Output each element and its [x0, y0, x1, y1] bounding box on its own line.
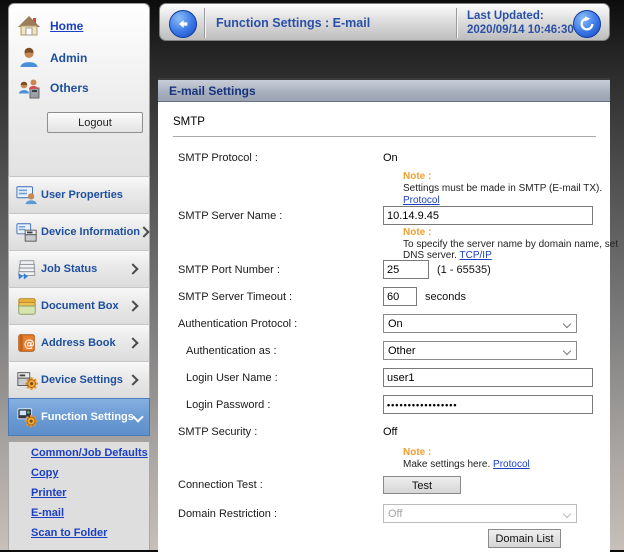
smtp-port-input[interactable]	[383, 260, 429, 279]
select-chevron-icon	[563, 319, 571, 327]
user-properties-icon	[16, 184, 38, 206]
sidebar-item-device-information[interactable]: Device Information	[8, 213, 150, 251]
page-title: Function Settings : E-mail	[216, 4, 370, 42]
divider	[173, 136, 596, 137]
sidebar-item-user-properties[interactable]: User Properties	[8, 176, 150, 214]
chevron-right-icon	[127, 337, 138, 348]
smtp-timeout-row: SMTP Server Timeout : seconds	[178, 287, 595, 306]
login-user-row: Login User Name :	[178, 368, 595, 387]
select-chevron-icon	[563, 509, 571, 517]
domain-list-button[interactable]: Domain List	[488, 529, 561, 548]
smtp-port-range: (1 - 65535)	[437, 264, 491, 276]
address-book-icon: @	[16, 332, 38, 354]
sidebar-item-device-settings[interactable]: Device Settings	[8, 361, 150, 399]
last-updated: Last Updated: 2020/09/14 10:46:30	[467, 9, 574, 37]
sidebar-item-admin[interactable]: Admin	[17, 46, 87, 70]
smtp-server-name-input[interactable]	[383, 206, 593, 225]
svg-text:@: @	[24, 337, 35, 350]
others-users-icon	[17, 76, 41, 100]
admin-user-icon	[17, 46, 41, 70]
sidebar-item-home[interactable]: Home	[17, 14, 83, 38]
logout-button[interactable]: Logout	[47, 112, 143, 133]
domain-restriction-row: Domain Restriction : Off	[178, 504, 595, 523]
home-icon	[17, 14, 41, 38]
chevron-right-icon	[127, 263, 138, 274]
smtp-security-note: Note : Make settings here. Protocol	[403, 447, 624, 470]
smtp-form: SMTP SMTP Protocol : On Note : Settings …	[158, 102, 610, 552]
job-status-icon	[16, 258, 38, 280]
last-updated-label: Last Updated:	[467, 9, 574, 23]
auth-protocol-select[interactable]: On	[383, 314, 577, 333]
back-arrow-icon	[175, 16, 191, 32]
function-settings-submenu: Common/Job Defaults Copy Printer E-mail …	[8, 442, 150, 550]
smtp-port-row: SMTP Port Number : (1 - 65535)	[178, 260, 595, 279]
email-settings-panel: E-mail Settings SMTP SMTP Protocol : On …	[158, 78, 610, 550]
sidebar: Home Admin Others Logout	[8, 0, 150, 550]
top-header-bar: Function Settings : E-mail Last Updated:…	[159, 3, 610, 41]
refresh-icon	[579, 16, 595, 32]
smtp-protocol-value: On	[383, 152, 398, 164]
sidebar-item-others[interactable]: Others	[17, 76, 89, 100]
sidebar-item-function-settings[interactable]: Function Settings	[8, 398, 150, 436]
admin-label: Admin	[50, 51, 87, 65]
domain-restriction-select: Off	[383, 504, 577, 523]
divider	[204, 8, 205, 38]
login-password-row: Login Password :	[178, 395, 595, 414]
home-link[interactable]: Home	[50, 19, 83, 33]
sidebar-item-job-status[interactable]: Job Status	[8, 250, 150, 288]
auth-as-row: Authentication as : Other	[178, 341, 595, 360]
submenu-copy[interactable]: Copy	[31, 467, 149, 479]
sidebar-item-document-box[interactable]: Document Box	[8, 287, 150, 325]
auth-as-select[interactable]: Other	[383, 341, 577, 360]
smtp-timeout-unit: seconds	[425, 291, 466, 303]
panel-title: E-mail Settings	[158, 80, 610, 102]
smtp-protocol-note: Note : Settings must be made in SMTP (E-…	[403, 171, 624, 207]
sidebar-menu: User Properties Device Information	[8, 177, 150, 436]
submenu-scan-to-folder[interactable]: Scan to Folder	[31, 527, 149, 539]
last-updated-value: 2020/09/14 10:46:30	[467, 23, 574, 37]
divider	[456, 8, 457, 38]
login-user-name-input[interactable]	[383, 368, 593, 387]
device-information-icon	[16, 221, 38, 243]
protocol-link[interactable]: Protocol	[493, 459, 530, 470]
document-box-icon	[16, 295, 38, 317]
smtp-server-name-row: SMTP Server Name :	[178, 206, 595, 225]
connection-test-row: Connection Test : Test	[178, 476, 595, 494]
chevron-right-icon	[138, 226, 149, 237]
protocol-link[interactable]: Protocol	[403, 195, 624, 207]
submenu-printer[interactable]: Printer	[31, 487, 149, 499]
chevron-right-icon	[127, 374, 138, 385]
sidebar-item-address-book[interactable]: @ Address Book	[8, 324, 150, 362]
select-chevron-icon	[563, 346, 571, 354]
smtp-server-name-note: Note : To specify the server name by dom…	[403, 227, 624, 262]
auth-protocol-row: Authentication Protocol : On	[178, 314, 595, 333]
section-title-smtp: SMTP	[173, 116, 205, 128]
others-label: Others	[50, 81, 89, 95]
submenu-common-job-defaults[interactable]: Common/Job Defaults	[31, 447, 149, 459]
test-button[interactable]: Test	[383, 476, 461, 494]
smtp-security-row: SMTP Security : Off	[178, 426, 595, 438]
account-panel: Home Admin Others Logout	[8, 3, 150, 177]
submenu-email[interactable]: E-mail	[31, 507, 149, 519]
function-settings-icon	[16, 406, 38, 428]
smtp-protocol-row: SMTP Protocol : On	[178, 152, 595, 164]
refresh-button[interactable]	[573, 10, 601, 38]
device-settings-icon	[16, 369, 38, 391]
login-password-input[interactable]	[383, 395, 593, 414]
back-button[interactable]	[169, 10, 197, 38]
chevron-right-icon	[127, 300, 138, 311]
smtp-timeout-input[interactable]	[383, 287, 417, 306]
chevron-down-icon	[132, 411, 143, 422]
smtp-security-value: Off	[383, 426, 397, 438]
